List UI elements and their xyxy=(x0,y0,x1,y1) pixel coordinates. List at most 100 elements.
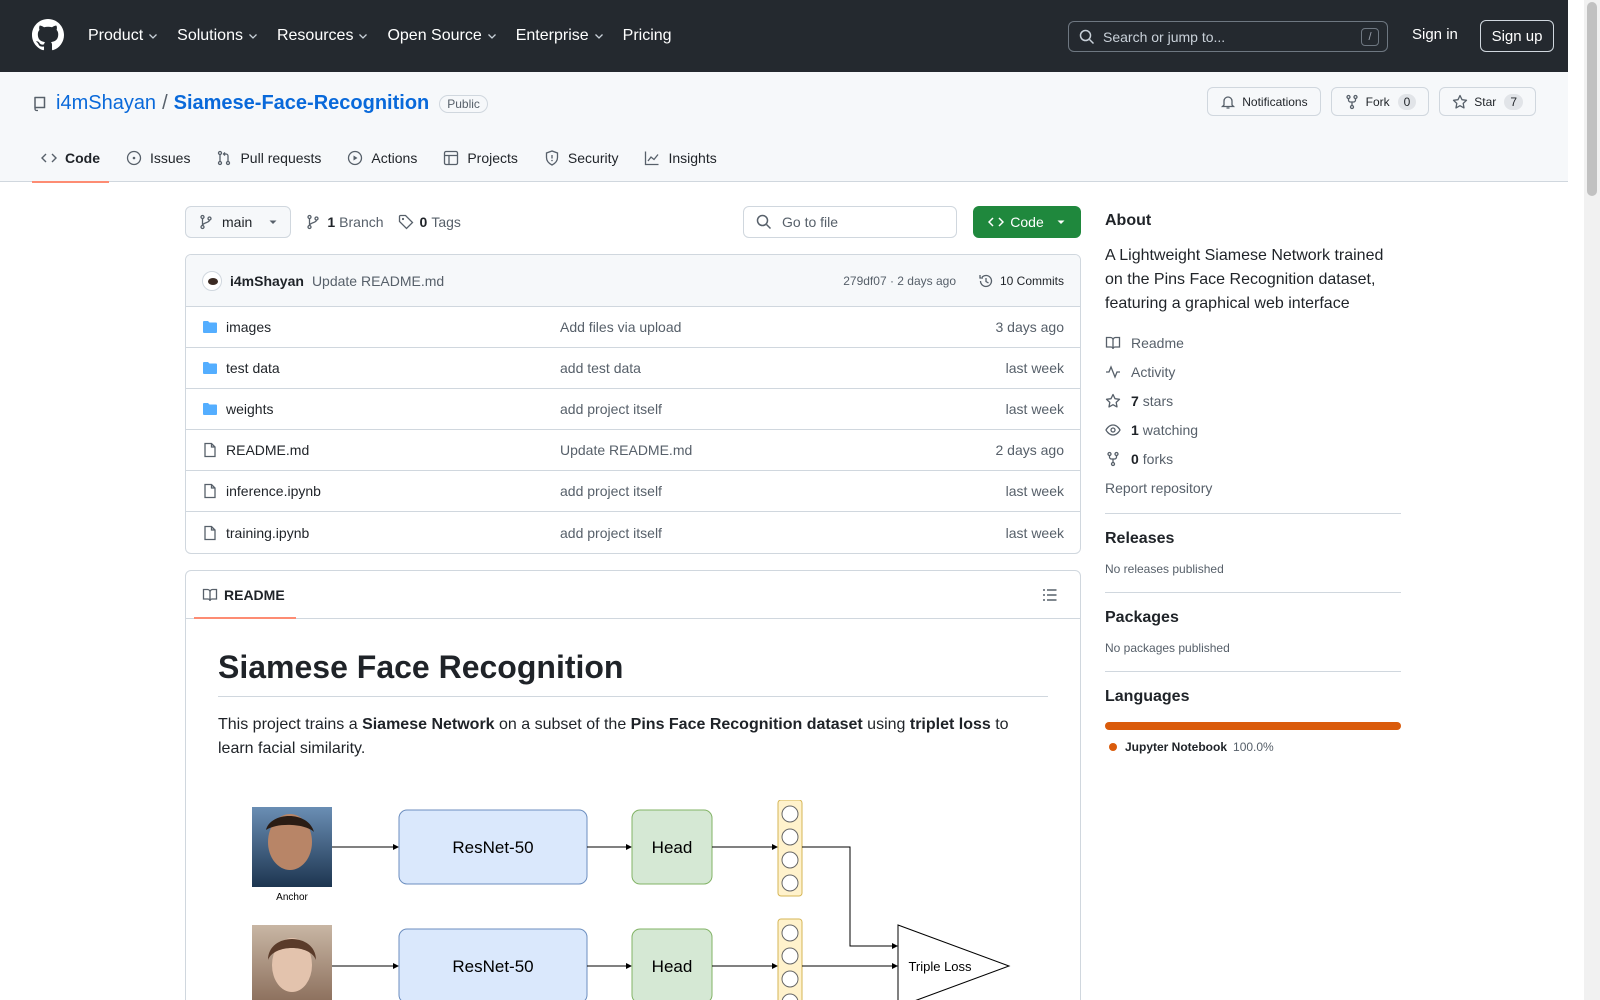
search-icon xyxy=(1079,29,1095,44)
star-count: 7 xyxy=(1504,93,1523,110)
nav-solutions[interactable]: Solutions xyxy=(177,27,259,45)
packages-heading[interactable]: Packages xyxy=(1105,609,1401,627)
file-commit-message[interactable]: add project itself xyxy=(560,401,662,417)
file-name[interactable]: weights xyxy=(226,401,273,417)
repo-name-link[interactable]: Siamese-Face-Recognition xyxy=(174,92,430,115)
watching-label: watching xyxy=(1142,422,1199,438)
avatar[interactable] xyxy=(202,270,222,291)
chevron-down-icon xyxy=(594,34,603,39)
commit-sha-time[interactable]: 279df07 · 2 days ago xyxy=(843,274,956,288)
github-logo-icon[interactable] xyxy=(32,19,64,51)
repo-separator: / xyxy=(162,92,168,114)
fork-count: 0 xyxy=(1397,93,1417,110)
forks-link[interactable]: 0 forks xyxy=(1105,450,1401,468)
file-name[interactable]: inference.ipynb xyxy=(226,483,321,499)
search-input[interactable]: Search or jump to... / xyxy=(1068,21,1388,52)
branch-icon xyxy=(307,214,320,230)
file-date: last week xyxy=(1005,483,1064,499)
stars-link[interactable]: 7 stars xyxy=(1105,392,1401,410)
issue-icon xyxy=(126,150,142,166)
activity-link[interactable]: Activity xyxy=(1105,363,1401,381)
releases-heading[interactable]: Releases xyxy=(1105,530,1401,548)
table-row[interactable]: training.ipynb add project itself last w… xyxy=(186,512,1080,553)
nav-resources[interactable]: Resources xyxy=(277,27,369,45)
table-row[interactable]: test data add test data last week xyxy=(186,348,1080,389)
readme-body: Siamese Face Recognition This project tr… xyxy=(186,619,1080,777)
file-commit-message[interactable]: add project itself xyxy=(560,525,662,541)
code-dropdown-button[interactable]: Code xyxy=(973,206,1081,238)
file-commit-message[interactable]: Add files via upload xyxy=(560,319,681,335)
file-name[interactable]: README.md xyxy=(226,442,309,458)
tab-security[interactable]: Security xyxy=(535,134,628,182)
repo-owner-link[interactable]: i4mShayan xyxy=(56,92,156,115)
caret-down-icon xyxy=(269,220,277,224)
embedding-vector xyxy=(777,800,803,897)
commits-count: 10 Commits xyxy=(999,273,1064,288)
nav-pricing[interactable]: Pricing xyxy=(623,27,672,45)
notifications-label: Notifications xyxy=(1242,94,1308,109)
embedding-vector xyxy=(777,918,803,1000)
branch-select[interactable]: main xyxy=(185,206,292,238)
notifications-button[interactable]: Notifications xyxy=(1207,87,1321,116)
language-item[interactable]: Jupyter Notebook 100.0% xyxy=(1105,740,1401,754)
tab-pull-requests[interactable]: Pull requests xyxy=(207,134,330,182)
activity-label: Activity xyxy=(1131,364,1176,380)
nav-product[interactable]: Product xyxy=(88,27,159,45)
language-color-dot xyxy=(1109,743,1117,751)
global-nav: Product Solutions Resources Open Source … xyxy=(88,0,690,72)
nav-enterprise[interactable]: Enterprise xyxy=(516,27,605,45)
readme-tab-label: README xyxy=(224,586,285,603)
file-name[interactable]: training.ipynb xyxy=(226,525,309,541)
readme-tab[interactable]: README xyxy=(186,571,1080,619)
tags-link[interactable]: 0 Tags xyxy=(398,214,461,230)
file-name[interactable]: test data xyxy=(226,360,280,376)
tab-label: Actions xyxy=(371,150,418,166)
commit-message[interactable]: Update README.md xyxy=(312,273,444,289)
scrollbar-thumb[interactable] xyxy=(1587,2,1597,196)
bell-icon xyxy=(1221,95,1236,109)
readme-title: Siamese Face Recognition xyxy=(218,649,1048,697)
star-button[interactable]: Star 7 xyxy=(1439,87,1536,116)
file-name[interactable]: images xyxy=(226,319,271,335)
star-icon xyxy=(1453,94,1468,109)
code-icon xyxy=(988,217,1005,227)
tab-projects[interactable]: Projects xyxy=(434,134,527,182)
pulse-icon xyxy=(1106,365,1120,379)
sign-in-link[interactable]: Sign in xyxy=(1412,26,1458,43)
table-row[interactable]: images Add files via upload 3 days ago xyxy=(186,307,1080,348)
book-icon xyxy=(1105,336,1121,350)
nav-open-source[interactable]: Open Source xyxy=(387,27,497,45)
nav-label: Solutions xyxy=(177,27,243,44)
tab-issues[interactable]: Issues xyxy=(117,134,199,182)
nav-label: Open Source xyxy=(387,27,482,44)
go-to-file-input[interactable]: Go to file xyxy=(743,206,957,238)
fork-button[interactable]: Fork 0 xyxy=(1330,87,1430,116)
tab-actions[interactable]: Actions xyxy=(338,134,426,182)
report-repository-link[interactable]: Report repository xyxy=(1105,479,1401,497)
resnet-label: ResNet-50 xyxy=(452,957,533,976)
nav-label: Pricing xyxy=(622,27,672,44)
languages-heading: Languages xyxy=(1105,688,1190,705)
readme-link[interactable]: Readme xyxy=(1105,334,1401,352)
head-label: Head xyxy=(652,957,693,976)
diagram-arrow xyxy=(802,846,898,949)
list-icon[interactable] xyxy=(1042,587,1058,603)
file-date: last week xyxy=(1005,360,1064,376)
file-commit-message[interactable]: Update README.md xyxy=(560,442,692,458)
sidebar: About A Lightweight Siamese Network trai… xyxy=(1105,200,1401,754)
file-commit-message[interactable]: add project itself xyxy=(560,483,662,499)
pull-request-icon xyxy=(218,150,231,166)
file-commit-message[interactable]: add test data xyxy=(560,360,641,376)
table-row[interactable]: weights add project itself last week xyxy=(186,389,1080,430)
commit-author[interactable]: i4mShayan xyxy=(230,273,304,289)
history-icon xyxy=(979,274,993,287)
table-row[interactable]: README.md Update README.md 2 days ago xyxy=(186,430,1080,471)
tab-code[interactable]: Code xyxy=(32,134,109,183)
readme-link-label: Readme xyxy=(1131,335,1184,351)
sign-up-button[interactable]: Sign up xyxy=(1480,20,1554,52)
commits-link[interactable]: 10 Commits xyxy=(978,273,1064,289)
branches-link[interactable]: 1 Branch xyxy=(305,214,384,230)
tab-insights[interactable]: Insights xyxy=(635,134,725,182)
watching-link[interactable]: 1 watching xyxy=(1105,421,1401,439)
table-row[interactable]: inference.ipynb add project itself last … xyxy=(186,471,1080,512)
